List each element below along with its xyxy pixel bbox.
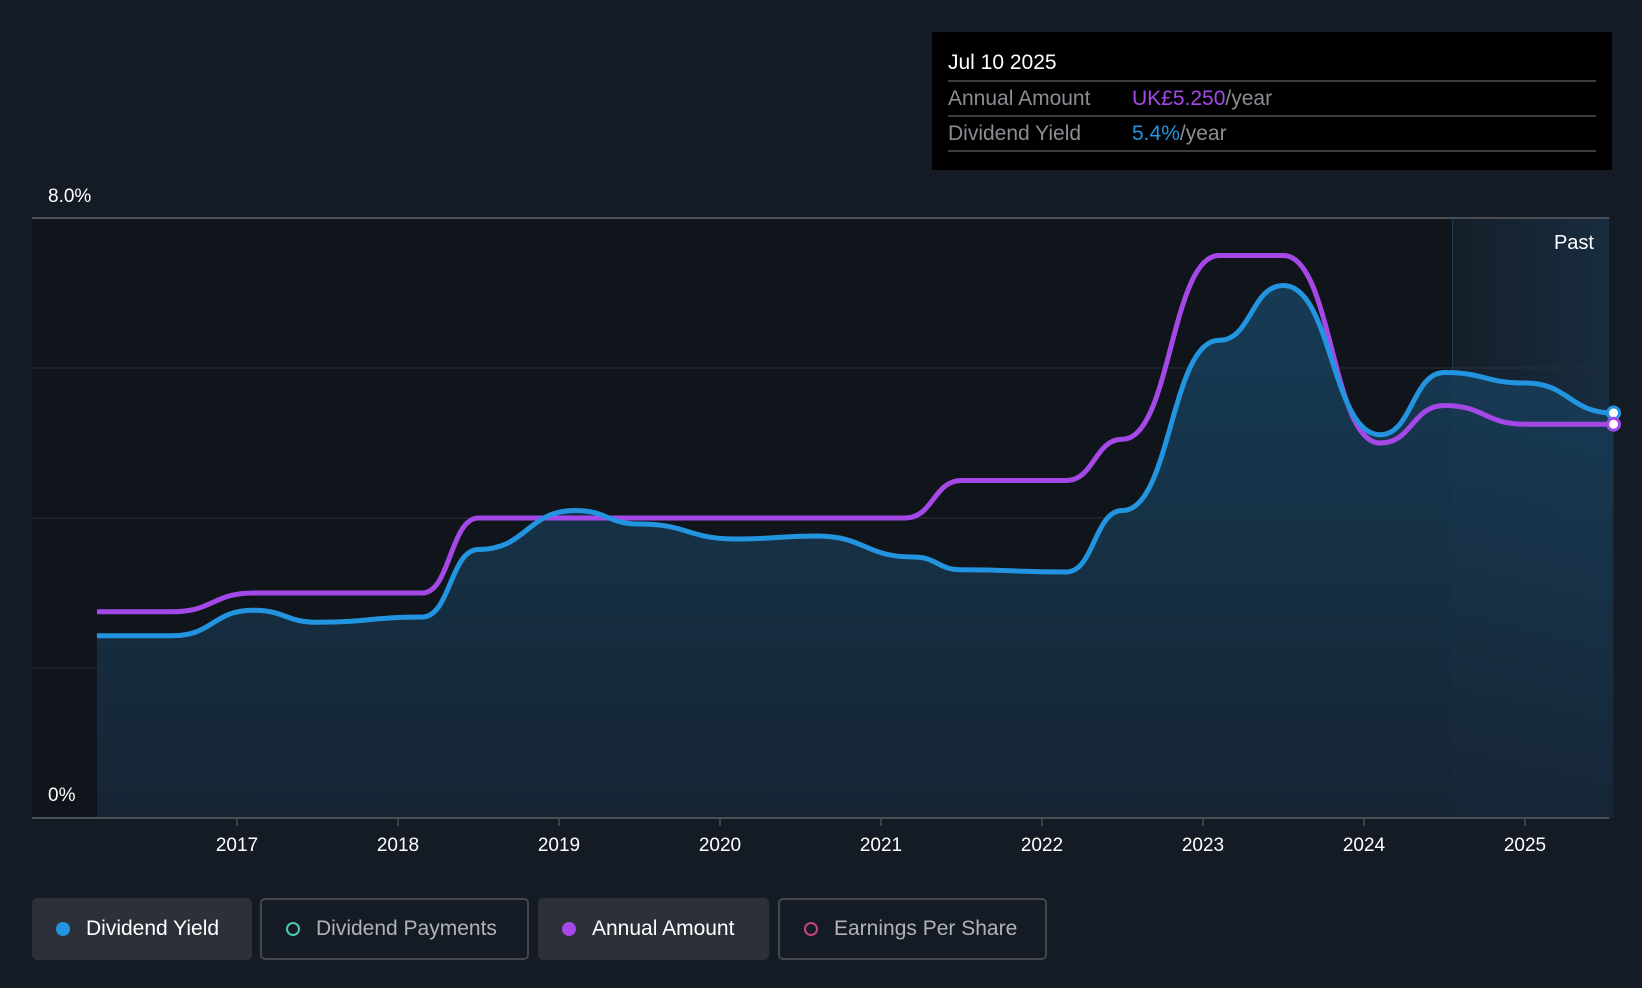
x-tick-label: 2018	[377, 835, 419, 856]
y-tick-label-top: 8.0%	[48, 186, 91, 207]
tooltip-label: Dividend Yield	[948, 122, 1082, 145]
x-tick-label: 2022	[1021, 835, 1063, 856]
legend-earnings-per-share[interactable]: Earnings Per Share	[778, 898, 1047, 960]
tooltip-value: UK£5.250	[1132, 87, 1226, 110]
tooltip-row-dividend-yield: Dividend Yield 5.4% /year	[948, 117, 1596, 152]
x-tick-label: 2025	[1504, 835, 1546, 856]
legend-label: Annual Amount	[592, 917, 735, 940]
series-end-marker	[1606, 416, 1622, 432]
tooltip-unit: /year	[1225, 87, 1273, 110]
past-label: Past	[1554, 232, 1594, 254]
legend-label: Earnings Per Share	[834, 917, 1018, 940]
tooltip-unit: /year	[1179, 122, 1227, 145]
legend-label: Dividend Payments	[316, 917, 497, 940]
x-tick-label: 2023	[1182, 835, 1224, 856]
tooltip: Jul 10 2025 Annual Amount UK£5.250 /year…	[932, 32, 1612, 170]
hollow-dot-icon	[804, 922, 818, 936]
x-tick-label: 2020	[699, 835, 741, 856]
legend-dividend-payments[interactable]: Dividend Payments	[260, 898, 529, 960]
legend-label: Dividend Yield	[86, 917, 220, 940]
y-tick-label-bottom: 0%	[48, 785, 76, 806]
legend-dividend-yield[interactable]: Dividend Yield	[32, 898, 252, 960]
tooltip-value: 5.4%	[1132, 122, 1180, 145]
x-tick-label: 2019	[538, 835, 580, 856]
filled-dot-icon	[56, 922, 70, 936]
tooltip-label: Annual Amount	[948, 87, 1091, 110]
x-tick-label: 2024	[1343, 835, 1386, 856]
x-tick-label: 2021	[860, 835, 902, 856]
x-tick-label: 2017	[216, 835, 258, 856]
hollow-dot-icon	[286, 922, 300, 936]
tooltip-date: Jul 10 2025	[948, 46, 1596, 82]
filled-dot-icon	[562, 922, 576, 936]
legend-annual-amount[interactable]: Annual Amount	[538, 898, 769, 960]
tooltip-row-annual-amount: Annual Amount UK£5.250 /year	[948, 82, 1596, 117]
